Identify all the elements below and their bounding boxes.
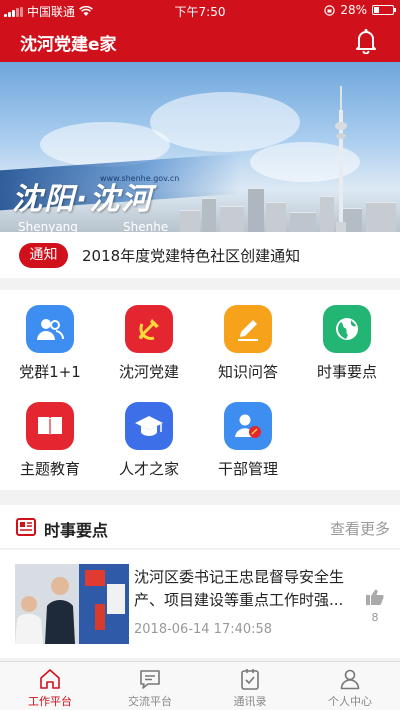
feature-label: 主题教育 <box>19 460 80 478</box>
banner-cloud <box>150 92 300 152</box>
tab-label: 通讯录 <box>233 695 267 708</box>
feature-grid: 党群1+1 沈河党建 知识问答 时事要点 主题教育 人才之家 干部管理 <box>0 290 400 490</box>
news-section-header: 时事要点 查看更多 <box>0 505 400 549</box>
contacts-icon <box>241 669 259 690</box>
party-emblem-icon <box>125 305 173 353</box>
banner-tv-tower <box>335 86 347 232</box>
feature-item-shishi-yaodian[interactable]: 时事要点 <box>299 290 395 381</box>
view-more-link[interactable]: 查看更多 <box>330 518 390 539</box>
news-thumbnail <box>15 564 129 644</box>
news-date: 2018-06-14 17:40:58 <box>134 622 273 637</box>
news-section-title: 时事要点 <box>44 521 109 540</box>
feature-label: 知识问答 <box>217 363 278 381</box>
feature-item-shenhe-dangjian[interactable]: 沈河党建 <box>101 290 197 381</box>
bottom-tab-bar: 工作平台 交流平台 通讯录 个人中心 <box>0 661 400 710</box>
notice-bar[interactable]: 通知 2018年度党建特色社区创建通知 <box>0 232 400 278</box>
like-button[interactable]: 8 <box>364 588 386 624</box>
status-bar: 中国联通 下午7:50 28% <box>0 0 400 20</box>
feature-item-rencai-zhijia[interactable]: 人才之家 <box>101 387 197 478</box>
tab-work-platform[interactable]: 工作平台 <box>0 662 100 710</box>
user-badge-icon <box>224 402 272 450</box>
banner-sub-left: Shenyang <box>18 220 78 232</box>
tab-exchange-platform[interactable]: 交流平台 <box>100 662 200 710</box>
app-title: 沈河党建e家 <box>20 35 117 55</box>
feature-label: 干部管理 <box>217 460 278 478</box>
graduation-cap-icon <box>125 402 173 450</box>
feature-item-zhuti-jiaoyu[interactable]: 主题教育 <box>2 387 98 478</box>
feature-item-ganbu-guanli[interactable]: 干部管理 <box>200 387 296 478</box>
feature-label: 时事要点 <box>316 363 377 381</box>
feature-label: 党群1+1 <box>19 363 81 381</box>
thumbs-up-icon <box>366 589 384 605</box>
battery-percent: 28% <box>340 3 367 17</box>
tab-label: 个人中心 <box>328 695 372 708</box>
person-icon <box>340 669 360 690</box>
news-headline: 沈河区委书记王忠昆督导安全生产、项目建设等重点工作时强... <box>134 568 345 609</box>
chat-icon <box>140 670 160 689</box>
feature-label: 沈河党建 <box>118 363 179 381</box>
notice-tag: 通知 <box>19 243 68 268</box>
people-icon <box>26 305 74 353</box>
banner-title: 沈阳·沈河 <box>12 182 154 217</box>
like-count: 8 <box>371 611 379 624</box>
banner-sub-right: Shenhe <box>123 220 169 232</box>
app-header: 沈河党建e家 <box>0 20 400 62</box>
notice-text[interactable]: 2018年度党建特色社区创建通知 <box>82 245 300 266</box>
tab-contacts[interactable]: 通讯录 <box>200 662 300 710</box>
globe-icon <box>323 305 371 353</box>
tab-label: 交流平台 <box>128 695 172 708</box>
battery-icon <box>372 5 396 15</box>
feature-item-zhishi-wenda[interactable]: 知识问答 <box>200 290 296 381</box>
feature-item-dangqun[interactable]: 党群1+1 <box>2 290 98 381</box>
news-item[interactable]: 沈河区委书记王忠昆督导安全生产、项目建设等重点工作时强... 2018-06-1… <box>0 550 400 658</box>
book-icon <box>26 402 74 450</box>
pencil-icon <box>224 305 272 353</box>
banner-carousel[interactable]: www.shenhe.gov.cn 沈阳·沈河 Shenyang Shenhe <box>0 62 400 232</box>
bell-icon[interactable] <box>354 28 378 54</box>
feature-label: 人才之家 <box>118 460 179 478</box>
newspaper-icon <box>16 518 36 536</box>
tab-label: 工作平台 <box>28 695 72 708</box>
banner-city-skyline <box>170 172 400 232</box>
tab-personal-center[interactable]: 个人中心 <box>300 662 400 710</box>
lock-rotation-icon <box>324 4 336 16</box>
home-icon <box>40 669 60 689</box>
status-right: 28% <box>324 3 396 17</box>
